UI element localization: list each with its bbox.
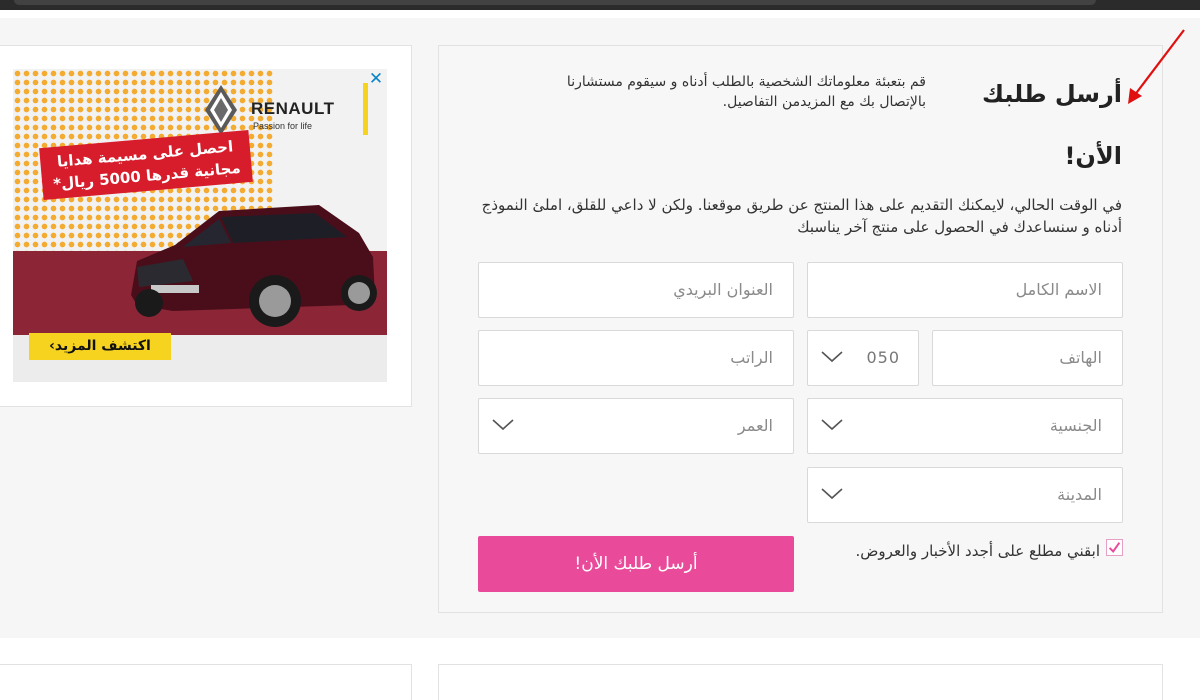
city-select[interactable]: المدينة (807, 467, 1123, 523)
form-intro-text: قم بتعبئة معلوماتك الشخصية بالطلب أدناه … (566, 74, 926, 110)
newsletter-label: ابقني مطلع على أجدد الأخبار والعروض. (855, 542, 1100, 560)
bottom-right-card (438, 664, 1163, 700)
submit-button[interactable]: أرسل طلبك الأن! (478, 536, 794, 592)
full-name-placeholder: الاسم الكامل (1015, 280, 1102, 299)
close-icon[interactable]: ✕ (367, 70, 385, 88)
renault-logo-icon (205, 85, 237, 135)
form-title-line2: الأن! (1064, 142, 1122, 170)
bottom-left-card (0, 664, 412, 700)
form-title: أرسل طلبك (982, 80, 1122, 108)
ad-yellow-strip (363, 83, 368, 135)
email-input[interactable]: العنوان البريدي (478, 262, 794, 318)
ad-brand-name: RENAULT (251, 99, 335, 118)
top-bar-inner (14, 0, 1096, 5)
request-form-panel: أرسل طلبك الأن! قم بتعبئة معلوماتك الشخص… (438, 45, 1163, 613)
chevron-down-icon (821, 419, 843, 431)
arrow-annotation-icon (1128, 29, 1185, 104)
city-placeholder: المدينة (1057, 485, 1102, 504)
nationality-select[interactable]: الجنسية (807, 398, 1123, 454)
nationality-placeholder: الجنسية (1049, 416, 1102, 435)
phone-input[interactable]: الهاتف (932, 330, 1123, 386)
phone-placeholder: الهاتف (1059, 348, 1102, 367)
chevron-down-icon (492, 419, 514, 431)
email-placeholder: العنوان البريدي (673, 280, 773, 299)
form-description: في الوقت الحالي، لايمكنك التقديم على هذا… (481, 196, 1122, 236)
age-placeholder: العمر (737, 416, 773, 435)
full-name-input[interactable]: الاسم الكامل (807, 262, 1123, 318)
ad-discover-button[interactable]: اكتشف المزيد› (29, 333, 171, 360)
browser-top-bar (0, 0, 1200, 10)
ad-tagline: Passion for life (253, 121, 313, 131)
salary-input[interactable]: الراتب (478, 330, 794, 386)
ad-container: RENAULT Passion for life احصل على مسيمة … (0, 45, 412, 407)
chevron-down-icon (821, 351, 843, 363)
phone-prefix-select[interactable]: 050 (807, 330, 919, 386)
phone-prefix-value: 050 (866, 348, 900, 367)
chevron-down-icon (821, 488, 843, 500)
age-select[interactable]: العمر (478, 398, 794, 454)
car-image (131, 205, 377, 327)
salary-placeholder: الراتب (730, 348, 773, 367)
renault-ad[interactable]: RENAULT Passion for life احصل على مسيمة … (13, 69, 387, 382)
